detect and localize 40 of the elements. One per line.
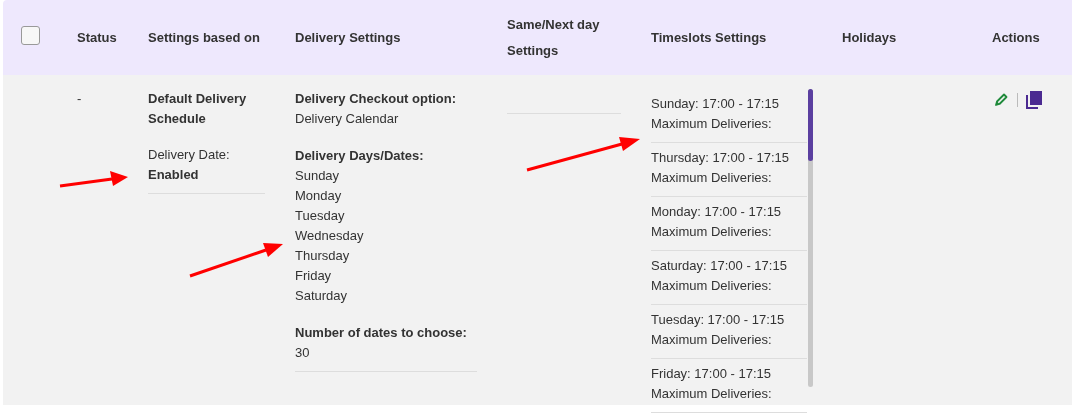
timeslot-text: Maximum Deliveries:	[651, 169, 773, 187]
timeslot-text: Thursday: 17:00 - 17:15	[651, 149, 791, 167]
field-value: Friday	[295, 267, 333, 285]
field-value: Sunday	[295, 167, 341, 185]
column-header: Delivery Settings	[295, 28, 401, 47]
field-label: Number of dates to choose:	[295, 324, 468, 342]
timeslot-text: Maximum Deliveries:	[651, 115, 773, 133]
field-label: Delivery Days/Dates:	[295, 147, 425, 165]
field-value: Delivery Calendar	[295, 110, 400, 128]
field-value: Tuesday	[295, 207, 346, 225]
status-cell-text: -	[77, 90, 82, 108]
column-header: Status	[77, 28, 117, 47]
field-value: Saturday	[295, 287, 349, 305]
column-header: Holidays	[842, 28, 897, 47]
column-header: Same/Next day Settings	[507, 15, 601, 60]
timeslot-text: Friday: 17:00 - 17:15	[651, 365, 772, 383]
timeslot-text: Maximum Deliveries:	[651, 331, 773, 349]
copy-icon[interactable]	[1026, 91, 1042, 109]
field-value: Wednesday	[295, 227, 365, 245]
field-value: Thursday	[295, 247, 351, 265]
field-label: Delivery Date:	[148, 146, 231, 164]
field-value: Monday	[295, 187, 343, 205]
column-header: Actions	[992, 28, 1040, 47]
timeslot-text: Saturday: 17:00 - 17:15	[651, 257, 788, 275]
timeslot-text: Sunday: 17:00 - 17:15	[651, 95, 780, 113]
column-header: Timeslots Settings	[651, 28, 767, 47]
timeslot-text: Maximum Deliveries:	[651, 277, 773, 295]
column-header: Settings based on	[148, 28, 260, 47]
field-label: Delivery Checkout option:	[295, 90, 458, 108]
edit-icon[interactable]	[993, 92, 1009, 108]
field-value: Enabled	[148, 166, 200, 184]
timeslot-text: Maximum Deliveries:	[651, 385, 773, 403]
scrollbar-thumb[interactable]	[808, 89, 813, 161]
timeslot-text: Maximum Deliveries:	[651, 223, 773, 241]
timeslot-text: Monday: 17:00 - 17:15	[651, 203, 783, 221]
field-value: 30	[295, 344, 311, 362]
annotation-arrow	[59, 171, 128, 188]
schedule-name: Default Delivery Schedule	[148, 90, 248, 128]
select-all-checkbox[interactable]	[21, 26, 40, 45]
timeslot-text: Tuesday: 17:00 - 17:15	[651, 311, 786, 329]
